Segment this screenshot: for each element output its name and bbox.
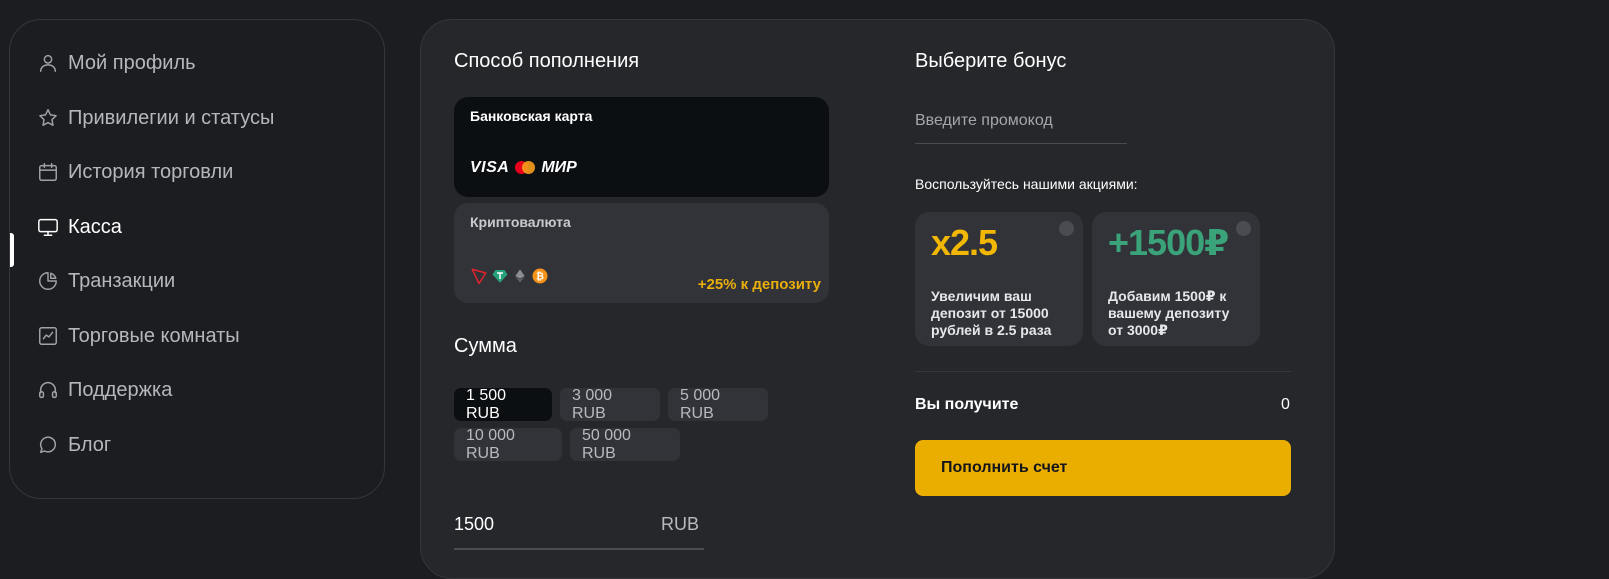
deposit-button[interactable]: Пополнить счет xyxy=(915,440,1291,496)
sidebar-item-transactions[interactable]: Транзакции xyxy=(10,261,175,301)
payment-method-label: Банковская карта xyxy=(470,108,593,124)
visa-logo: VISA xyxy=(470,159,510,176)
bonus-description: Добавим 1500₽ к вашему депозиту от 3000₽ xyxy=(1108,288,1230,338)
chart-line-icon xyxy=(37,325,59,347)
monitor-icon xyxy=(37,216,59,238)
sidebar-item-label: Блог xyxy=(68,433,112,456)
card-logos: VISA МИР xyxy=(470,159,577,177)
sidebar-item-cashier[interactable]: Касса xyxy=(10,207,122,247)
promo-code-input[interactable] xyxy=(915,109,1127,133)
sidebar-nav: Мой профиль Привилегии и статусы История… xyxy=(9,19,385,499)
bonus-headline: x2.5 xyxy=(931,222,998,263)
sidebar-item-label: Поддержка xyxy=(68,378,173,401)
sidebar-item-trade-history[interactable]: История торговли xyxy=(10,152,233,192)
star-icon xyxy=(37,107,59,129)
mastercard-icon xyxy=(515,161,536,175)
bonus-offer-x2-5[interactable]: x2.5 Увеличим ваш депозит от 15000 рубле… xyxy=(915,212,1083,346)
sidebar-item-support[interactable]: Поддержка xyxy=(10,370,172,410)
sidebar-item-label: Мой профиль xyxy=(68,51,196,74)
promotions-label: Воспользуйтесь нашими акциями: xyxy=(915,176,1138,192)
amount-preset-5000[interactable]: 5 000 RUB xyxy=(668,387,768,422)
amount-input[interactable] xyxy=(454,514,634,535)
payment-method-title: Способ пополнения xyxy=(454,50,640,72)
payment-method-crypto[interactable]: Криптовалюта ₿ +25% к депозиту xyxy=(454,203,829,303)
amount-currency: RUB xyxy=(660,514,699,534)
amount-title: Сумма xyxy=(454,335,517,357)
bonus-title: Выберите бонус xyxy=(915,50,1067,72)
divider xyxy=(915,371,1291,372)
svg-text:₿: ₿ xyxy=(536,271,544,282)
sidebar-item-privileges[interactable]: Привилегии и статусы xyxy=(10,98,274,138)
bitcoin-icon: ₿ xyxy=(532,268,548,284)
pie-chart-icon xyxy=(37,270,59,292)
bonus-headline: +1500₽ xyxy=(1108,222,1229,263)
ethereum-icon xyxy=(515,269,525,283)
sidebar-item-label: История торговли xyxy=(68,160,234,183)
bonus-radio[interactable] xyxy=(1059,221,1074,236)
receive-label: Вы получите xyxy=(915,396,1019,413)
sidebar-item-label: Транзакции xyxy=(68,269,176,292)
bonus-radio[interactable] xyxy=(1236,221,1251,236)
sidebar-item-profile[interactable]: Мой профиль xyxy=(10,43,196,83)
sidebar-item-label: Привилегии и статусы xyxy=(68,106,275,129)
crypto-logos: ₿ xyxy=(470,267,549,285)
amount-preset-10000[interactable]: 10 000 RUB xyxy=(454,427,562,462)
amount-preset-1500[interactable]: 1 500 RUB xyxy=(454,387,552,422)
sidebar-item-label: Торговые комнаты xyxy=(68,324,240,347)
bonus-description: Увеличим ваш депозит от 15000 рублей в 2… xyxy=(931,288,1052,338)
calendar-icon xyxy=(37,161,59,183)
payment-method-label: Криптовалюта xyxy=(470,214,571,230)
amount-preset-3000[interactable]: 3 000 RUB xyxy=(560,387,660,422)
amount-field: RUB xyxy=(454,514,704,550)
sidebar-item-label: Касса xyxy=(68,215,122,238)
bonus-offer-plus-1500[interactable]: +1500₽ Добавим 1500₽ к вашему депозиту о… xyxy=(1092,212,1260,346)
promo-field xyxy=(915,109,1127,144)
chat-bubble-icon xyxy=(37,434,59,456)
tron-icon xyxy=(471,268,487,285)
headphones-icon xyxy=(37,379,59,401)
tether-icon xyxy=(492,270,508,283)
cashier-panel: Способ пополнения Банковская карта VISA … xyxy=(420,19,1335,579)
crypto-bonus-badge: +25% к депозиту xyxy=(697,276,821,293)
receive-value: 0 xyxy=(1281,396,1290,413)
payment-method-bank-card[interactable]: Банковская карта VISA МИР xyxy=(454,97,829,197)
amount-preset-50000[interactable]: 50 000 RUB xyxy=(570,427,680,462)
user-icon xyxy=(37,52,59,74)
sidebar-item-blog[interactable]: Блог xyxy=(10,425,111,465)
sidebar-item-trading-rooms[interactable]: Торговые комнаты xyxy=(10,316,240,356)
mir-logo: МИР xyxy=(541,159,577,176)
